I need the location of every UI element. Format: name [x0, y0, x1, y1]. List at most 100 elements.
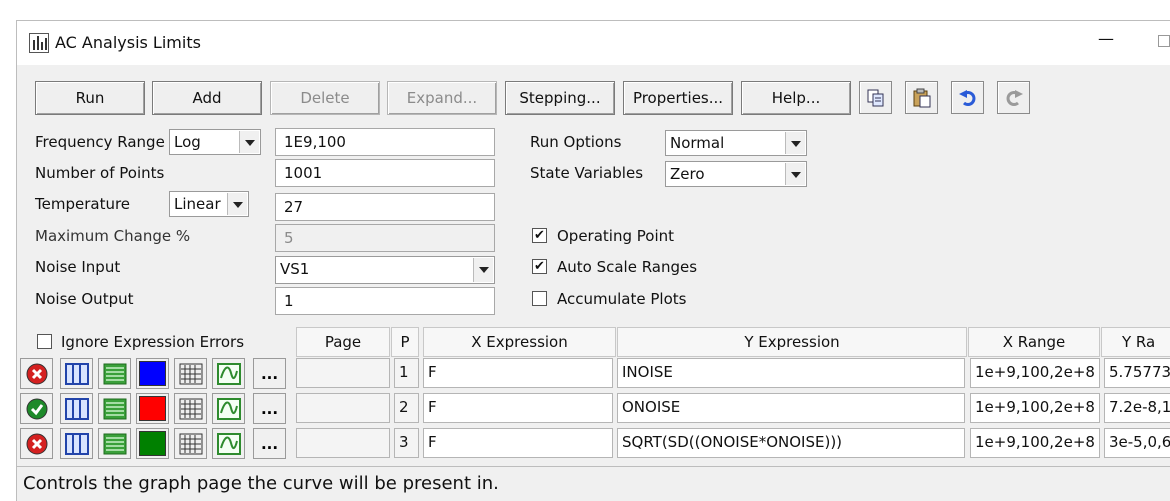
state-variables-select[interactable]: Zero — [665, 161, 807, 187]
temperature-mode-value: Linear — [174, 195, 221, 213]
curve-color-swatch — [139, 361, 166, 386]
cell-page[interactable] — [296, 393, 390, 423]
temperature-mode-select[interactable]: Linear — [169, 191, 249, 217]
frequency-range-input[interactable]: 1E9,100 — [275, 128, 495, 156]
check-circle-icon — [26, 398, 47, 419]
cell-p: 3 — [394, 428, 419, 458]
curve-color-swatch — [139, 431, 166, 456]
help-button[interactable]: Help... — [741, 81, 851, 115]
paste-icon[interactable] — [905, 81, 938, 114]
line-style-button[interactable] — [98, 428, 131, 459]
column-header-p[interactable]: P — [391, 327, 419, 357]
cell-page[interactable] — [296, 428, 390, 458]
noise-input-select[interactable]: VS1 — [275, 256, 495, 284]
cell-x-range[interactable]: 1e+9,100,2e+8 — [970, 428, 1100, 458]
operating-point-checkbox[interactable]: ✔ — [532, 228, 547, 243]
delete-button[interactable]: Delete — [270, 81, 380, 115]
column-toggle-button[interactable] — [60, 428, 93, 459]
maximum-change-input[interactable]: 5 — [275, 224, 495, 252]
curve-color-button[interactable] — [136, 428, 169, 459]
cell-p: 1 — [394, 358, 419, 388]
ignore-expression-errors-checkbox[interactable] — [37, 334, 52, 349]
waveform-button[interactable] — [212, 358, 245, 389]
column-header-x-expression[interactable]: X Expression — [423, 327, 616, 357]
number-of-points-input[interactable]: 1001 — [275, 159, 495, 187]
chevron-down-icon — [785, 163, 805, 185]
run-options-select[interactable]: Normal — [665, 130, 807, 156]
cell-y-expression[interactable]: INOISE — [617, 358, 965, 388]
properties-button[interactable]: Properties... — [623, 81, 733, 115]
cell-y-range[interactable]: 5.75773e — [1104, 358, 1170, 388]
column-toggle-button[interactable] — [60, 393, 93, 424]
frequency-range-mode-value: Log — [174, 133, 201, 151]
noise-input-value: VS1 — [280, 260, 310, 278]
column-header-y-range[interactable]: Y Ra — [1101, 327, 1170, 357]
auto-scale-ranges-checkbox[interactable]: ✔ — [532, 259, 547, 274]
cell-x-expression[interactable]: F — [423, 428, 613, 458]
temperature-label: Temperature — [35, 195, 131, 213]
cell-y-expression[interactable]: SQRT(SD((ONOISE*ONOISE))) — [617, 428, 965, 458]
grid-format-button[interactable] — [174, 428, 207, 459]
column-toggle-button[interactable] — [60, 358, 93, 389]
number-of-points-label: Number of Points — [35, 164, 165, 182]
column-header-y-expression[interactable]: Y Expression — [617, 327, 967, 357]
title-bar: AC Analysis Limits — — [17, 21, 1170, 65]
auto-scale-ranges-label: Auto Scale Ranges — [557, 258, 698, 276]
expand-button[interactable]: Expand... — [387, 81, 497, 115]
accumulate-plots-checkbox[interactable] — [532, 291, 547, 306]
undo-icon[interactable] — [951, 81, 984, 114]
column-header-page[interactable]: Page — [296, 327, 390, 357]
cell-x-expression[interactable]: F — [423, 358, 613, 388]
operating-point-label: Operating Point — [557, 227, 675, 245]
more-options-button[interactable]: ... — [253, 358, 286, 389]
disabled-circle-icon — [26, 433, 47, 454]
line-style-icon — [103, 433, 126, 454]
cell-x-expression[interactable]: F — [423, 393, 613, 423]
curve-color-button[interactable] — [136, 393, 169, 424]
columns-icon — [64, 397, 89, 420]
noise-output-input[interactable]: 1 — [275, 287, 495, 315]
more-options-button[interactable]: ... — [253, 428, 286, 459]
grid-table-icon — [179, 398, 202, 419]
disabled-circle-icon — [26, 363, 47, 384]
waveform-icon — [216, 397, 241, 420]
curve-status-button[interactable] — [20, 358, 53, 389]
run-options-value: Normal — [670, 134, 725, 152]
waveform-button[interactable] — [212, 428, 245, 459]
chevron-down-icon — [785, 132, 805, 154]
cell-y-expression[interactable]: ONOISE — [617, 393, 965, 423]
cell-p: 2 — [394, 393, 419, 423]
chevron-down-icon — [227, 193, 247, 215]
grid-table-icon — [179, 363, 202, 384]
more-options-label: ... — [260, 364, 279, 383]
redo-icon[interactable] — [997, 81, 1030, 114]
stepping-button[interactable]: Stepping... — [505, 81, 615, 115]
maximize-icon[interactable] — [1158, 35, 1170, 47]
temperature-input[interactable]: 27 — [275, 193, 495, 221]
accumulate-plots-label: Accumulate Plots — [557, 290, 687, 308]
ignore-expression-errors-label: Ignore Expression Errors — [61, 333, 245, 351]
cell-page[interactable] — [296, 358, 390, 388]
line-style-button[interactable] — [98, 358, 131, 389]
cell-y-range[interactable]: 7.2e-8,1 — [1104, 393, 1170, 423]
add-button[interactable]: Add — [152, 81, 262, 115]
run-options-label: Run Options — [530, 133, 622, 151]
column-header-x-range[interactable]: X Range — [968, 327, 1100, 357]
waveform-button[interactable] — [212, 393, 245, 424]
frequency-range-mode-select[interactable]: Log — [169, 129, 261, 155]
noise-input-label: Noise Input — [35, 258, 121, 276]
curve-color-button[interactable] — [136, 358, 169, 389]
curve-status-button[interactable] — [20, 393, 53, 424]
run-button[interactable]: Run — [35, 81, 145, 115]
minimize-icon[interactable]: — — [1098, 29, 1114, 48]
cell-y-range[interactable]: 3e-5,0,6 — [1104, 428, 1170, 458]
cell-x-range[interactable]: 1e+9,100,2e+8 — [970, 393, 1100, 423]
more-options-label: ... — [260, 399, 279, 418]
curve-status-button[interactable] — [20, 428, 53, 459]
grid-format-button[interactable] — [174, 393, 207, 424]
line-style-button[interactable] — [98, 393, 131, 424]
grid-format-button[interactable] — [174, 358, 207, 389]
copy-icon[interactable] — [859, 81, 892, 114]
cell-x-range[interactable]: 1e+9,100,2e+8 — [970, 358, 1100, 388]
more-options-button[interactable]: ... — [253, 393, 286, 424]
